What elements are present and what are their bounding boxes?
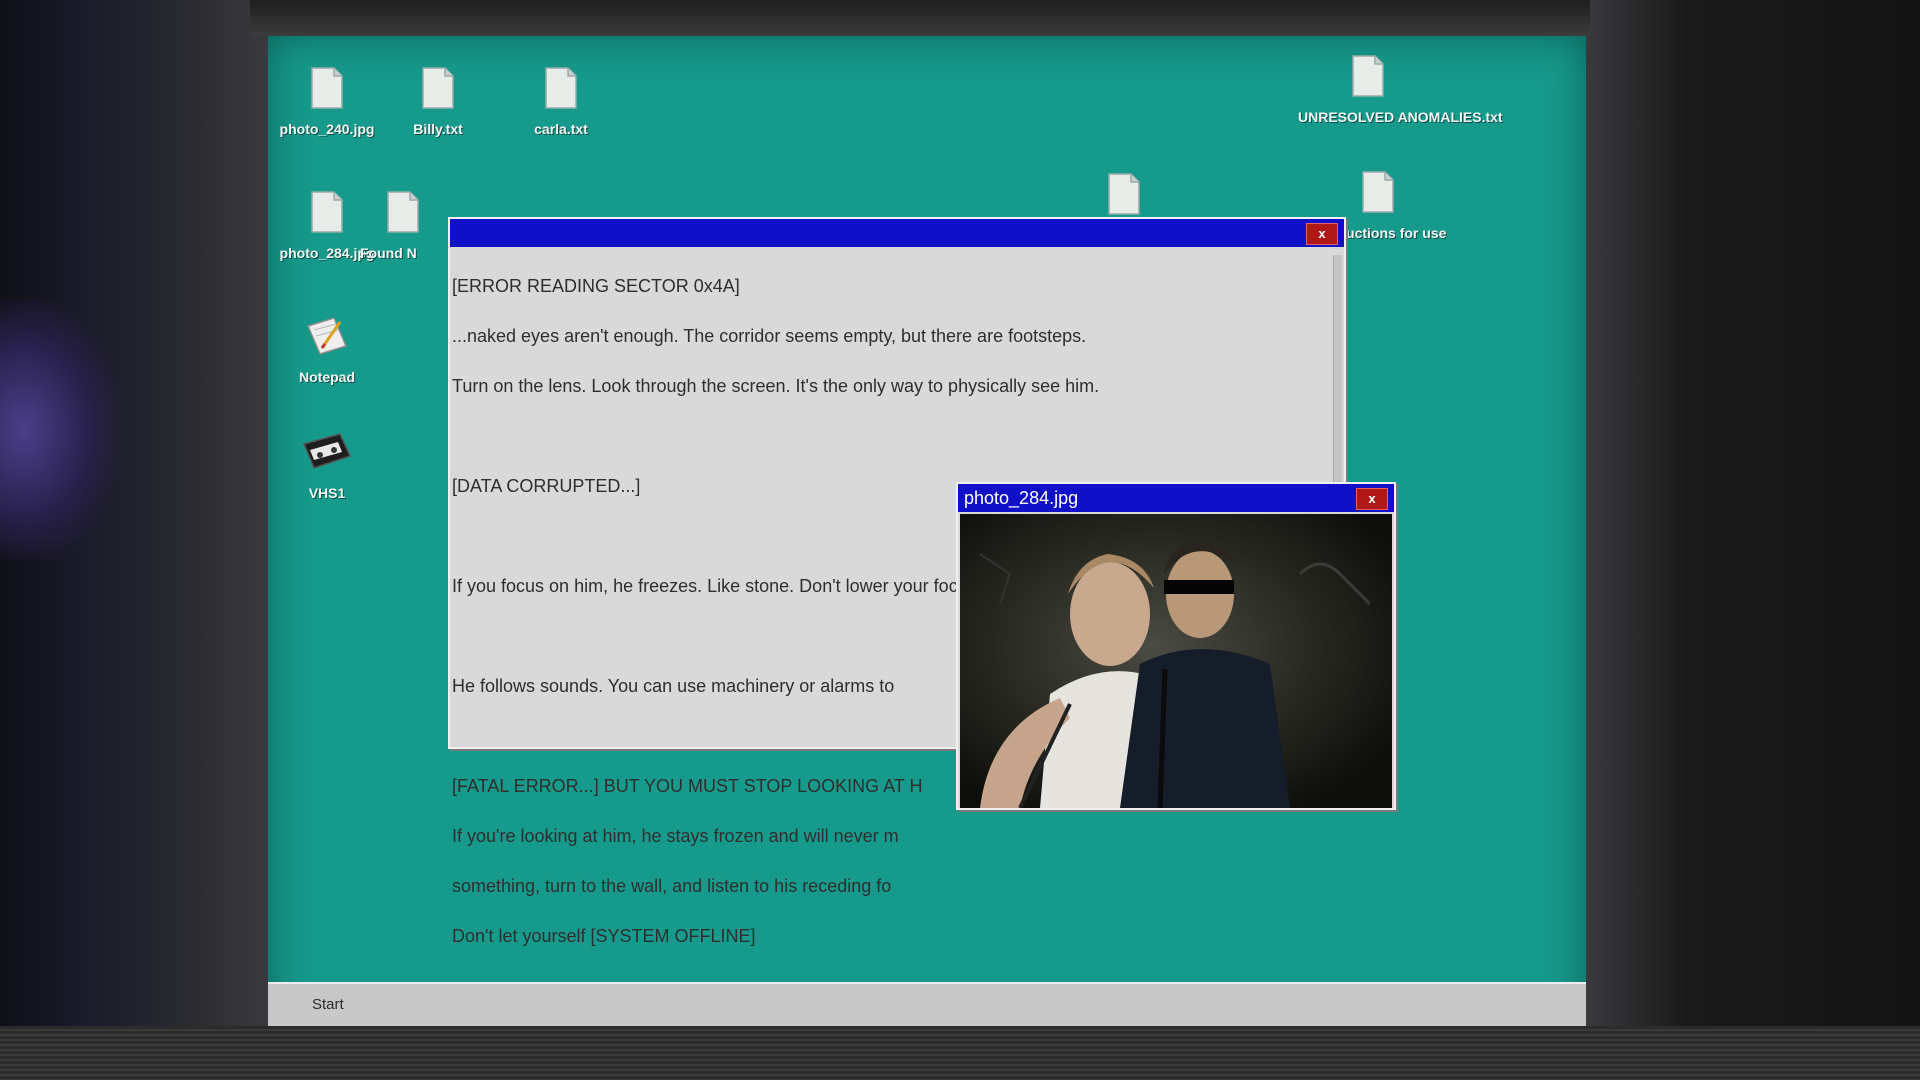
desktop-icon-unresolved-anomalies[interactable]: UNRESOLVED ANOMALIES.txt	[1298, 54, 1503, 125]
crt-bezel-right	[1585, 0, 1920, 1080]
photo-viewer-window[interactable]: photo_284.jpg x	[956, 482, 1396, 810]
crt-bezel-left	[0, 0, 270, 1080]
photo-of-two-people	[960, 514, 1392, 808]
text-window-titlebar[interactable]: x	[450, 219, 1344, 247]
file-icon	[1108, 173, 1140, 215]
file-icon	[387, 191, 419, 233]
crt-bezel-top	[250, 0, 1590, 36]
text-line: Turn on the lens. Look through the scree…	[452, 376, 1100, 396]
desktop-icon-notepad[interactable]: Notepad	[271, 314, 383, 385]
photo-window-titlebar[interactable]: photo_284.jpg x	[958, 484, 1394, 512]
crt-glare	[0, 300, 120, 560]
vhs-tape-icon	[302, 433, 352, 469]
icon-label: VHS1	[308, 485, 346, 501]
close-button[interactable]: x	[1306, 223, 1338, 245]
icon-label: Notepad	[299, 369, 355, 385]
file-icon	[422, 67, 454, 109]
icon-label: UNRESOLVED ANOMALIES.txt	[1298, 109, 1503, 125]
desktop-icon-photo-240[interactable]: photo_240.jpg	[271, 66, 383, 137]
desktop-icon-vhs1[interactable]: VHS1	[271, 430, 383, 501]
text-line: If you're looking at him, he stays froze…	[452, 826, 899, 846]
icon-label: Billy.txt	[413, 121, 463, 137]
text-line: ...naked eyes aren't enough. The corrido…	[452, 326, 1087, 346]
desktop-screen: photo_240.jpg Billy.txt carla.txt UNRESO…	[268, 36, 1586, 1026]
window-title: photo_284.jpg	[964, 488, 1079, 508]
file-icon	[545, 67, 577, 109]
icon-label: carla.txt	[534, 121, 588, 137]
text-line: Don't let yourself [SYSTEM OFFLINE]	[452, 926, 756, 946]
icon-label: Found N	[360, 245, 417, 261]
taskbar: Start	[268, 982, 1586, 1026]
file-icon	[1352, 55, 1384, 97]
desktop-icon-carla[interactable]: carla.txt	[505, 66, 617, 137]
text-line: [ERROR READING SECTOR 0x4A]	[452, 276, 740, 296]
file-icon	[1362, 171, 1394, 213]
crt-bezel-bottom	[0, 1026, 1920, 1080]
text-line: something, turn to the wall, and listen …	[452, 876, 892, 896]
desktop-icon-billy[interactable]: Billy.txt	[382, 66, 494, 137]
close-button[interactable]: x	[1356, 488, 1388, 510]
start-button[interactable]: Start	[312, 996, 344, 1013]
file-icon	[311, 191, 343, 233]
photo-image	[960, 514, 1392, 808]
desktop-icon-found-n[interactable]: Found N	[360, 190, 450, 261]
file-icon	[311, 67, 343, 109]
notepad-icon	[306, 317, 348, 355]
icon-label: photo_240.jpg	[279, 121, 375, 137]
